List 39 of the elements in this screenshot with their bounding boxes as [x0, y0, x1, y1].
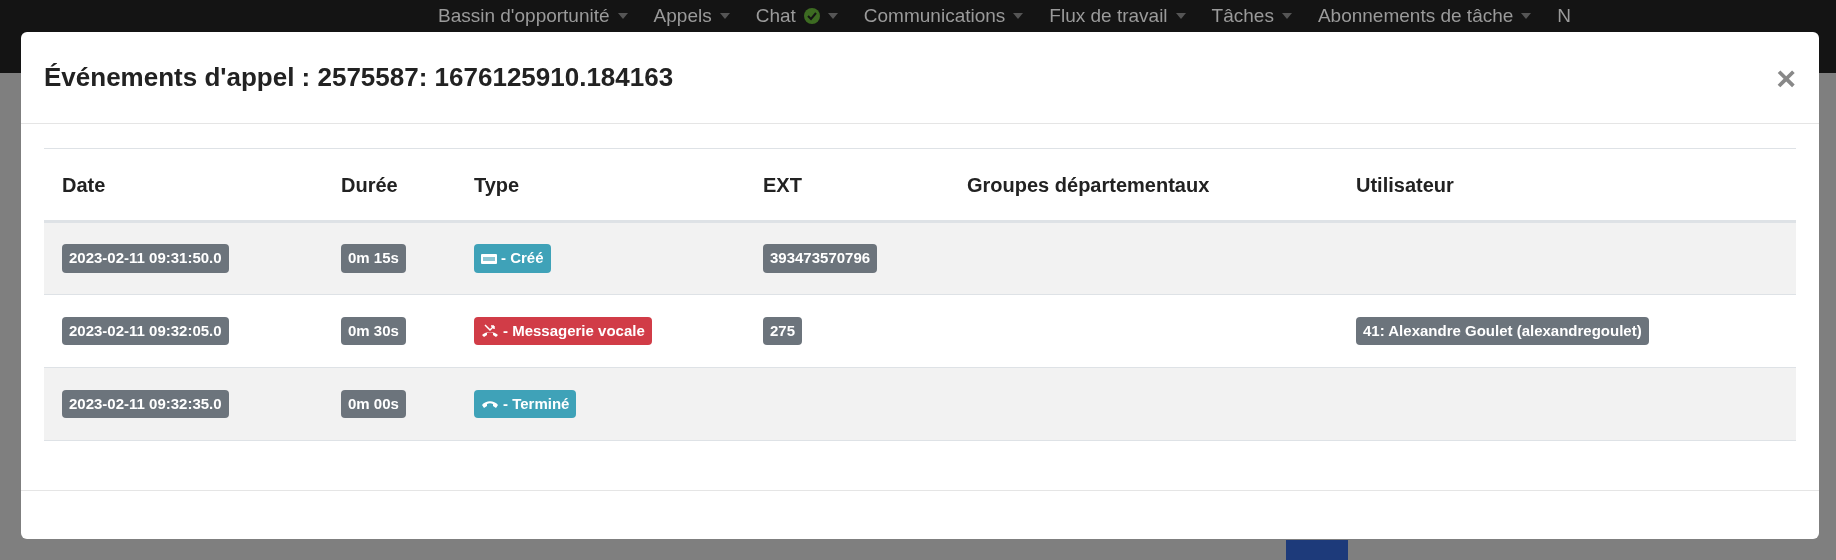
background-bar [1286, 540, 1348, 560]
column-header: Type [456, 148, 745, 222]
nav-menu[interactable]: N [1557, 5, 1572, 27]
nav-menu[interactable]: Chat [755, 5, 838, 27]
event-type-badge: - Terminé [474, 389, 577, 419]
extension-badge: 275 [763, 316, 803, 346]
date-badge: 2023-02-11 09:32:35.0 [62, 389, 229, 419]
column-header: Date [44, 148, 323, 222]
duration-badge: 0m 30s [341, 316, 406, 346]
caret-icon [1175, 13, 1186, 19]
column-header: Utilisateur [1338, 148, 1796, 222]
column-header: Groupes départementaux [949, 148, 1338, 222]
phone-hangup-icon [481, 399, 499, 409]
nav-menu[interactable]: Bassin d'opportunité [438, 5, 628, 27]
caret-icon [1281, 13, 1292, 19]
column-header: Durée [323, 148, 456, 222]
event-type-badge: - Créé [474, 244, 551, 273]
nav-menu[interactable]: Appels [653, 5, 730, 27]
nav-menu[interactable]: Flux de travail [1049, 5, 1186, 27]
event-type-badge: - Messagerie vocale [474, 316, 652, 346]
caret-icon [617, 13, 628, 19]
caret-icon [719, 13, 730, 19]
date-badge: 2023-02-11 09:31:50.0 [62, 244, 229, 273]
caret-icon [827, 13, 838, 19]
modal-title: Événements d'appel : 2575587: 1676125910.184163 [44, 61, 674, 94]
duration-badge: 0m 00s [341, 389, 406, 419]
new-icon [481, 253, 497, 264]
duration-badge: 0m 15s [341, 244, 406, 273]
column-header: EXT [745, 148, 949, 222]
close-button[interactable]: × [1776, 60, 1796, 95]
nav-menu[interactable]: Abonnements de tâche [1317, 5, 1532, 27]
user-badge: 41: Alexandre Goulet (alexandregoulet) [1356, 316, 1649, 346]
caret-icon [1013, 13, 1024, 19]
caret-icon [1521, 13, 1532, 19]
extension-badge: 393473570796 [763, 244, 878, 273]
nav-menu[interactable]: Communications [863, 5, 1024, 27]
phone-missed-icon [481, 324, 499, 338]
date-badge: 2023-02-11 09:32:05.0 [62, 316, 229, 346]
nav-menu[interactable]: Tâches [1211, 5, 1292, 27]
